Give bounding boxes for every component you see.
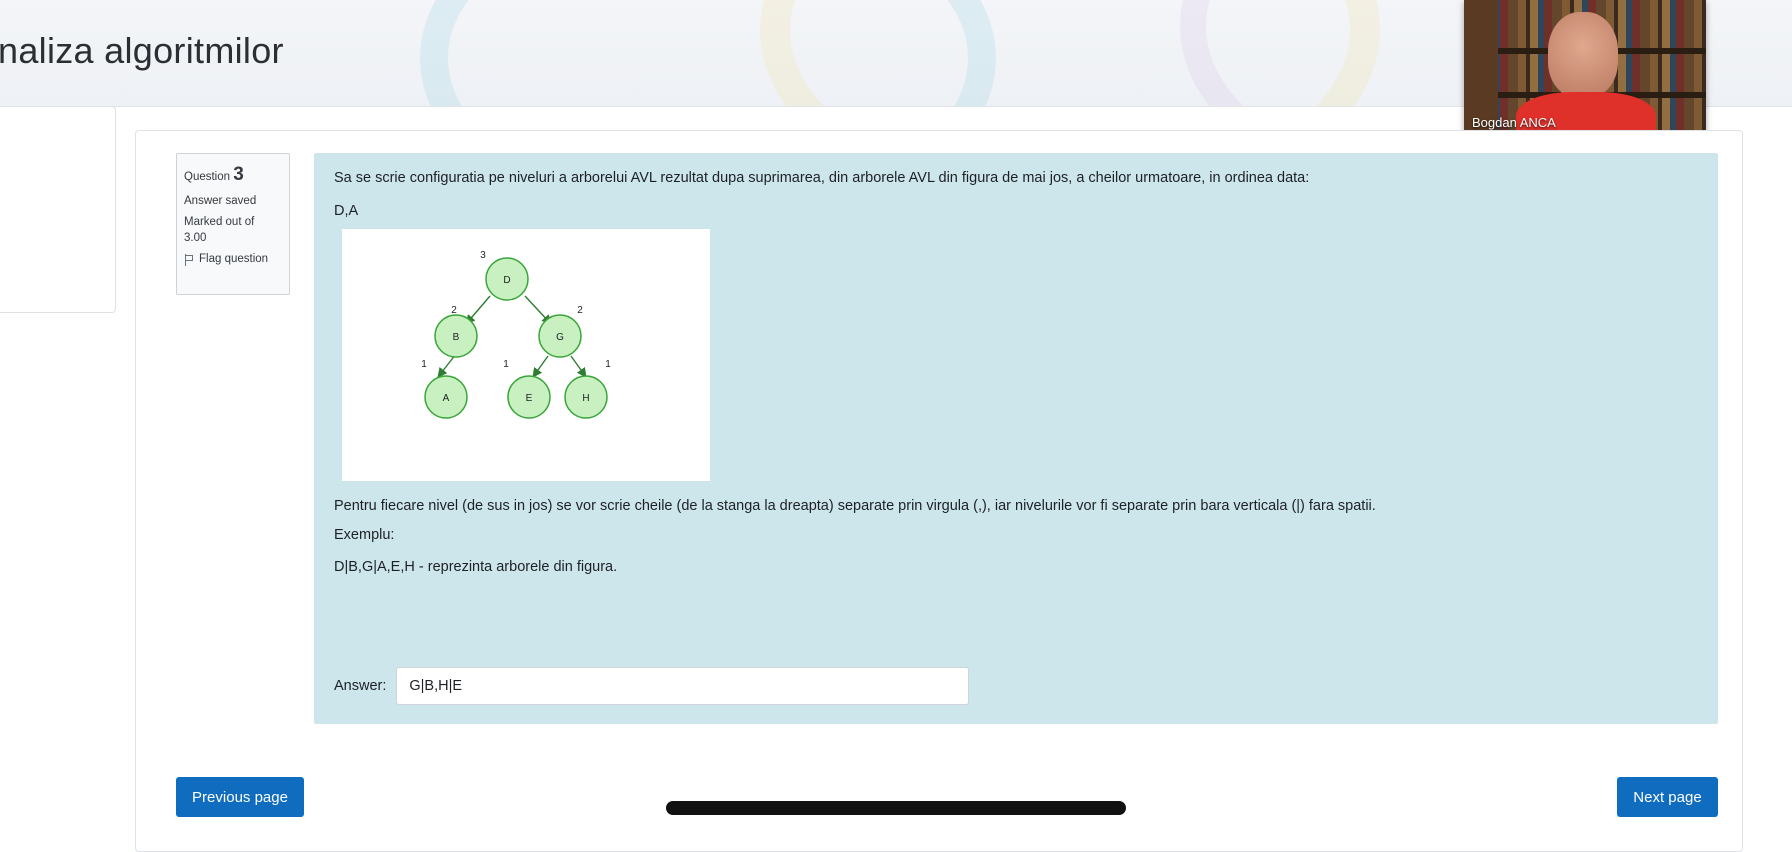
question-status: Answer saved	[184, 194, 257, 207]
answer-input[interactable]	[396, 667, 970, 705]
tree-node-height: 1	[503, 359, 509, 370]
tree-node-height: 1	[421, 359, 427, 370]
tree-node-label: G	[556, 332, 564, 343]
page-title: naliza algoritmilor	[0, 30, 284, 71]
question-content: Sa se scrie configuratia pe niveluri a a…	[314, 153, 1718, 724]
flag-question-label: Flag question	[199, 253, 269, 266]
example-text: D|B,G|A,E,H - reprezinta arborele din fi…	[334, 559, 618, 575]
tree-node-label: B	[453, 332, 460, 343]
flag-icon	[184, 253, 194, 266]
example-label: Exemplu:	[334, 527, 395, 543]
avl-tree-svg: D 3 B 2 G 2 A 1 E 1 H 1	[421, 250, 611, 419]
question-keys: D,A	[334, 203, 359, 219]
tree-node-height: 2	[577, 305, 583, 316]
question-instructions: Pentru fiecare nivel (de sus in jos) se …	[334, 498, 1376, 514]
answer-label: Answer:	[334, 678, 387, 694]
avl-tree-figure: D 3 B 2 G 2 A 1 E 1 H 1	[342, 229, 710, 481]
video-overlay[interactable]: Bogdan ANCA	[1464, 0, 1706, 136]
question-grade: Marked out of 3.00	[184, 215, 282, 246]
question-info-box: Question 3 Answer saved Marked out of 3.…	[176, 153, 290, 295]
tree-edge	[570, 355, 587, 378]
tree-node-label: D	[503, 275, 510, 286]
tree-node-height: 3	[480, 250, 486, 261]
tree-node-label: H	[582, 393, 589, 404]
next-page-button[interactable]: Next page	[1617, 777, 1718, 817]
participant-name: Bogdan ANCA	[1472, 115, 1556, 130]
answer-row: Answer:	[334, 667, 970, 705]
tree-node-label: A	[443, 393, 450, 404]
question-label: Question	[184, 171, 231, 183]
left-navigation-card	[0, 106, 116, 313]
participant-head	[1548, 12, 1618, 98]
question-number: Question 3	[184, 162, 282, 188]
grade-value: 3.00	[184, 231, 207, 244]
question-number-value: 3	[233, 164, 244, 185]
question-text: Sa se scrie configuratia pe niveluri a a…	[334, 170, 1310, 186]
tree-node-height: 1	[605, 359, 611, 370]
flag-question-link[interactable]: Flag question	[184, 252, 282, 268]
tree-node-height: 2	[451, 305, 457, 316]
previous-page-button[interactable]: Previous page	[176, 777, 304, 817]
tree-edge	[532, 355, 549, 378]
grade-label: Marked out of	[184, 216, 255, 229]
tree-node-label: E	[526, 393, 533, 404]
home-indicator	[666, 801, 1126, 815]
